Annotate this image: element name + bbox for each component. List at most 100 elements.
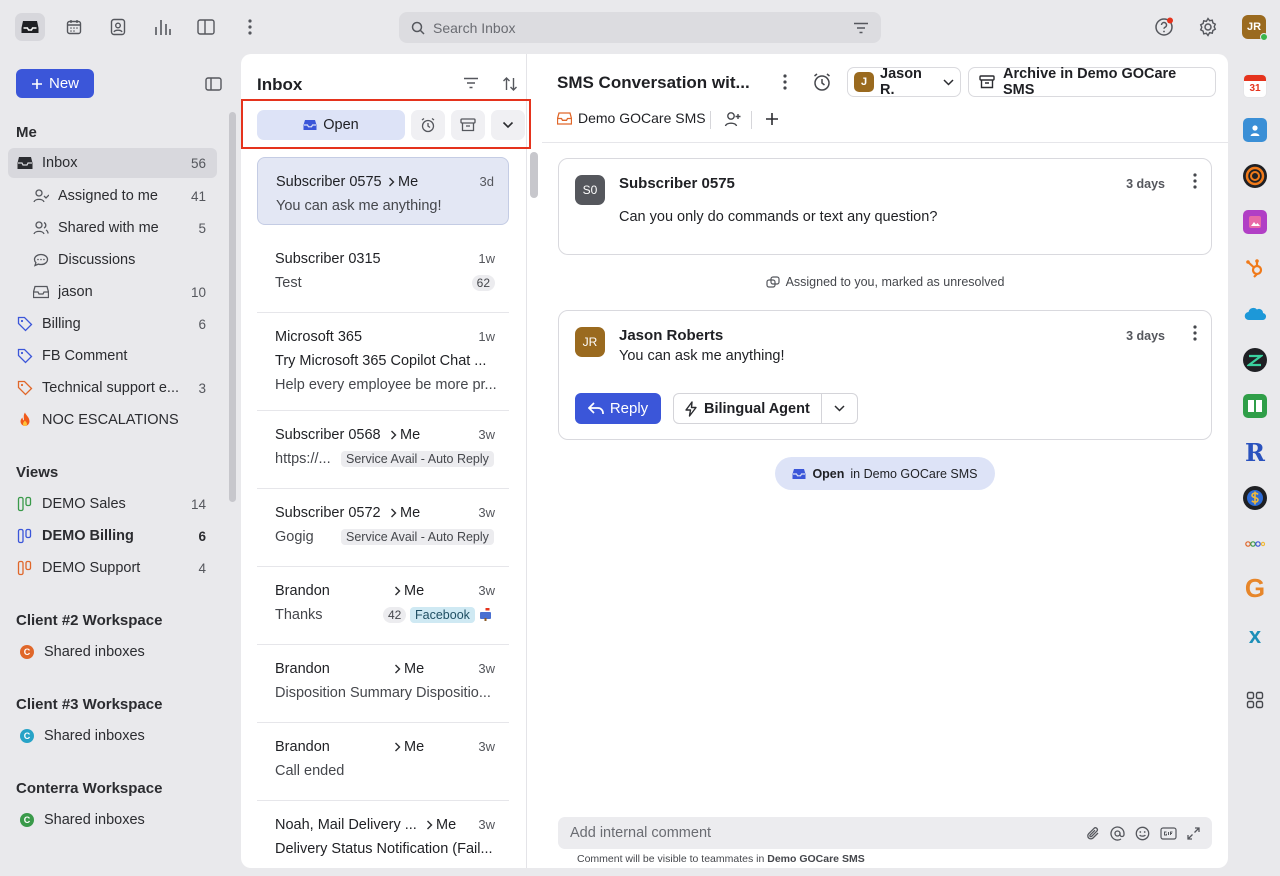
status-open-label: Open	[812, 466, 845, 481]
contacts-app-icon[interactable]	[103, 13, 133, 41]
nav-jason-inbox[interactable]: jason 10	[8, 277, 217, 307]
conversation-pane: SMS Conversation wit... J Jason R. Archi…	[542, 54, 1228, 868]
view-demo-support[interactable]: DEMO Support 4	[8, 553, 217, 583]
workspace-item-label: Shared inboxes	[44, 812, 145, 828]
snoozed-filter-button[interactable]	[411, 110, 445, 140]
zendesk-icon[interactable]	[1243, 348, 1267, 372]
inbox-list-scrollbar[interactable]	[530, 152, 538, 198]
more-apps-icon[interactable]	[235, 13, 265, 41]
inbox-app-icon[interactable]	[15, 13, 45, 41]
view-demo-sales-label: DEMO Sales	[42, 496, 126, 512]
message-body: You can ask me anything!	[619, 348, 785, 364]
search-filter-icon[interactable]	[853, 22, 869, 34]
nav-fb-comment-label: FB Comment	[42, 348, 128, 364]
salesforce-cloud-icon[interactable]	[1243, 302, 1267, 326]
workspace-shared-inboxes[interactable]: C Shared inboxes	[8, 721, 217, 751]
split-view-icon[interactable]	[191, 13, 221, 41]
archive-button[interactable]: Archive in Demo GOCare SMS	[968, 66, 1216, 98]
workspace-shared-inboxes[interactable]: C Shared inboxes	[8, 805, 217, 835]
nav-fb-comment[interactable]: FB Comment	[8, 341, 217, 371]
views-section-title: Views	[16, 464, 59, 481]
collapse-sidebar-icon[interactable]	[205, 77, 222, 91]
ai-agent-dropdown[interactable]	[822, 405, 857, 412]
conversation-item[interactable]: Brandon Me 3w Call ended	[257, 723, 509, 801]
inbox-tray-icon	[557, 111, 572, 125]
sort-icon[interactable]	[502, 76, 518, 92]
assignee-dropdown[interactable]: J Jason R.	[847, 66, 961, 98]
recipient-label: Me	[398, 174, 419, 190]
assignee-name: Jason R.	[880, 66, 922, 98]
g-app-icon[interactable]: G	[1243, 573, 1267, 603]
new-message-button[interactable]: New	[16, 69, 94, 98]
emoji-smiley-icon[interactable]	[1135, 826, 1150, 841]
conversation-inbox-tag[interactable]: Demo GOCare SMS	[557, 110, 706, 126]
attachment-paperclip-icon[interactable]	[1086, 826, 1100, 841]
calendar-app-icon[interactable]	[59, 13, 89, 41]
conversation-preview: Gogig	[275, 529, 314, 545]
sidebar-scrollbar[interactable]	[229, 112, 236, 502]
nav-discussions[interactable]: Discussions	[8, 245, 217, 275]
conversation-item[interactable]: Subscriber 0575 Me 3d You can ask me any…	[257, 157, 509, 225]
conversation-item[interactable]: Subscriber 0568 Me 3w https://... Servic…	[257, 411, 509, 489]
view-demo-billing[interactable]: DEMO Billing 6	[8, 521, 217, 551]
conversation-more-icon[interactable]	[783, 74, 787, 90]
hubspot-icon[interactable]	[1243, 256, 1267, 280]
conversation-item[interactable]: Microsoft 365 1w Try Microsoft 365 Copil…	[257, 313, 509, 411]
add-tag-plus-icon[interactable]	[765, 112, 779, 126]
internal-comment-box[interactable]: Add internal comment	[558, 817, 1212, 849]
add-participant-icon[interactable]	[724, 111, 742, 127]
message-more-icon[interactable]	[1193, 173, 1197, 189]
conversation-item[interactable]: Brandon Me 3w Disposition Summary Dispos…	[257, 645, 509, 723]
r-app-icon[interactable]: R	[1243, 438, 1267, 467]
message-more-icon[interactable]	[1193, 325, 1197, 341]
target-app-icon[interactable]	[1243, 164, 1267, 188]
expand-icon[interactable]	[1187, 826, 1200, 840]
snooze-alarm-icon[interactable]	[812, 72, 832, 92]
photo-app-icon[interactable]	[1243, 210, 1267, 234]
reply-button[interactable]: Reply	[575, 393, 661, 424]
open-filter-button[interactable]: Open	[257, 110, 405, 140]
gif-icon[interactable]	[1160, 826, 1177, 840]
conversation-item[interactable]: Brandon Me 3w Thanks 42 Facebook	[257, 567, 509, 645]
filter-icon[interactable]	[463, 77, 479, 89]
nav-shared-with-me[interactable]: Shared with me 5	[8, 213, 217, 243]
assign-link-icon	[765, 276, 780, 288]
conversation-item[interactable]: Subscriber 0572 Me 3w Gogig Service Avai…	[257, 489, 509, 567]
nav-inbox[interactable]: Inbox 56	[8, 148, 217, 178]
contact-card-icon[interactable]	[1243, 118, 1267, 142]
search-bar[interactable]: Search Inbox	[399, 12, 881, 43]
search-input[interactable]: Search Inbox	[433, 20, 853, 36]
inbox-list-column: Inbox Open Subscriber 0575 Me 3d You can…	[241, 54, 531, 868]
archived-filter-button[interactable]	[451, 110, 485, 140]
recipient-label: Me	[404, 661, 425, 677]
conversation-sender: Subscriber 0575	[276, 174, 382, 190]
dollar-app-icon[interactable]	[1243, 486, 1267, 510]
nav-billing[interactable]: Billing 6	[8, 309, 217, 339]
more-status-dropdown[interactable]	[491, 110, 525, 140]
help-icon[interactable]	[1149, 13, 1179, 41]
settings-gear-icon[interactable]	[1193, 13, 1223, 41]
comment-input[interactable]: Add internal comment	[570, 825, 1086, 841]
new-button-label: New	[48, 75, 79, 92]
view-demo-sales[interactable]: DEMO Sales 14	[8, 489, 217, 519]
ai-agent-button[interactable]: Bilingual Agent	[673, 393, 858, 424]
nav-billing-label: Billing	[42, 316, 81, 332]
nav-noc-escalations[interactable]: NOC ESCALATIONS	[8, 405, 217, 435]
user-avatar[interactable]: JR	[1242, 15, 1268, 41]
google-calendar-icon[interactable]: 31	[1243, 74, 1267, 98]
conversation-item[interactable]: Noah, Mail Delivery ... Me 3w Delivery S…	[257, 801, 509, 868]
mention-at-icon[interactable]	[1110, 825, 1125, 841]
comment-note-text: Comment will be visible to teammates in	[577, 853, 765, 865]
nav-assigned-to-me[interactable]: Assigned to me 41	[8, 181, 217, 211]
dots-app-icon[interactable]	[1243, 532, 1267, 556]
conversation-item[interactable]: Subscriber 0315 1w Test 62	[257, 235, 509, 313]
recipient-label: Me	[404, 583, 425, 599]
analytics-app-icon[interactable]	[147, 13, 177, 41]
book-app-icon[interactable]	[1243, 394, 1267, 418]
workspace-shared-inboxes[interactable]: C Shared inboxes	[8, 637, 217, 667]
x-app-icon[interactable]: x	[1243, 623, 1267, 648]
conversation-sender: Subscriber 0572	[275, 505, 381, 521]
nav-technical-support[interactable]: Technical support e... 3	[8, 373, 217, 403]
ai-agent-run[interactable]: Bilingual Agent	[674, 394, 822, 423]
app-grid-icon[interactable]	[1243, 688, 1267, 712]
